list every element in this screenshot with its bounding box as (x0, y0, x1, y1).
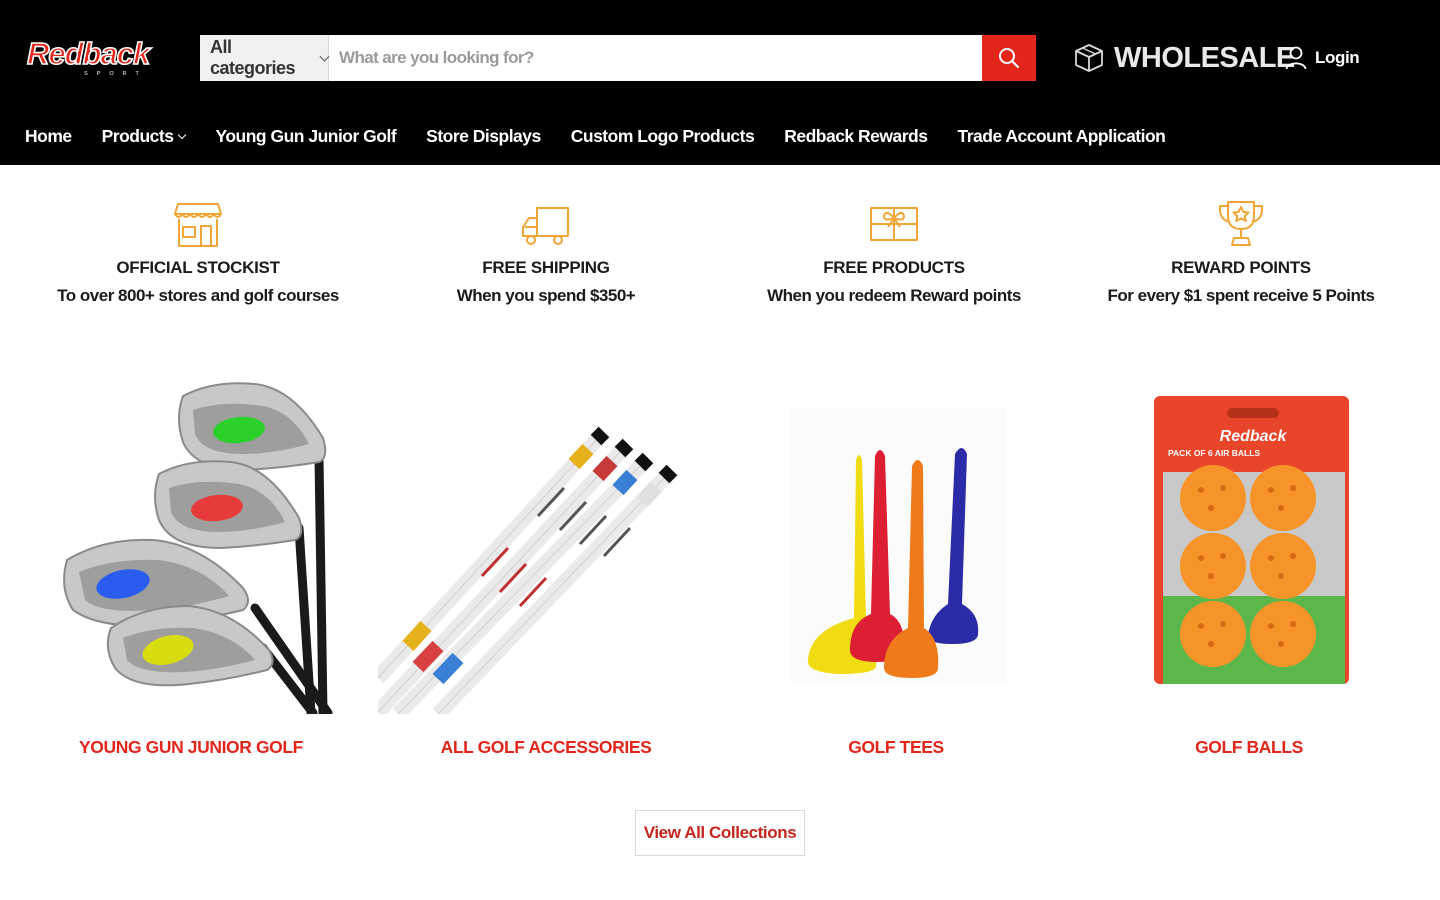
collection-image[interactable] (23, 378, 359, 718)
svg-text:PACK OF 6 AIR BALLS: PACK OF 6 AIR BALLS (1168, 448, 1260, 458)
nav-item-home[interactable]: Home (25, 126, 72, 147)
collection-name[interactable]: GOLF BALLS (1081, 737, 1417, 758)
site-header: Redback SPORT All categories WHOLESALE (0, 0, 1440, 165)
feature-subtitle: When you redeem Reward points (767, 286, 1021, 305)
feature-subtitle: For every $1 spent receive 5 Points (1107, 286, 1375, 305)
nav-item-trade-account-application[interactable]: Trade Account Application (957, 126, 1165, 147)
search-icon (999, 48, 1020, 69)
nav-item-custom-logo-products[interactable]: Custom Logo Products (571, 126, 755, 147)
nav-item-store-displays[interactable]: Store Displays (426, 126, 541, 147)
collection-golf-balls[interactable]: Redback PACK OF 6 AIR BALLS GOLF BALLS (1081, 378, 1417, 757)
collection-image[interactable] (372, 378, 714, 720)
login-label: Login (1315, 48, 1360, 67)
store-icon (174, 203, 222, 247)
truck-icon (522, 207, 569, 245)
feature-reward-points: REWARD POINTS For every $1 spent receive… (1061, 198, 1421, 306)
nav-item-young-gun-junior-golf[interactable]: Young Gun Junior Golf (215, 126, 396, 147)
collection-name[interactable]: ALL GOLF ACCESSORIES (378, 737, 714, 758)
collection-name[interactable]: GOLF TEES (728, 737, 1064, 758)
feature-free-shipping: FREE SHIPPING When you spend $350+ (366, 198, 726, 306)
nav-item-products[interactable]: Products (102, 126, 187, 147)
search-bar: All categories (200, 35, 1036, 81)
login-link[interactable]: Login (1285, 44, 1360, 72)
svg-text:Redback: Redback (27, 38, 152, 71)
feature-subtitle: To over 800+ stores and golf courses (57, 286, 339, 305)
collection-name[interactable]: YOUNG GUN JUNIOR GOLF (23, 737, 359, 758)
feature-title: FREE SHIPPING (482, 258, 610, 277)
main-nav: Home Products Young Gun Junior Golf Stor… (25, 121, 1195, 151)
gift-icon (870, 207, 918, 241)
category-select[interactable]: All categories (200, 35, 330, 81)
svg-text:Redback: Redback (1220, 428, 1288, 445)
category-select-label: All categories (210, 37, 296, 78)
feature-title: FREE PRODUCTS (823, 258, 965, 277)
view-all-collections-button[interactable]: View All Collections (635, 810, 805, 856)
feature-title: OFFICIAL STOCKIST (116, 258, 280, 277)
collection-image[interactable]: Redback PACK OF 6 AIR BALLS (1081, 378, 1417, 714)
user-icon (1285, 46, 1307, 70)
collection-young-gun-junior-golf[interactable]: YOUNG GUN JUNIOR GOLF (23, 378, 359, 757)
chevron-down-icon (178, 130, 187, 140)
collection-image[interactable] (728, 378, 1064, 714)
search-button[interactable] (982, 35, 1036, 81)
feature-title: REWARD POINTS (1171, 258, 1311, 277)
nav-item-redback-rewards[interactable]: Redback Rewards (784, 126, 928, 147)
wholesale-label: WHOLESALE (1114, 41, 1295, 74)
feature-official-stockist: OFFICIAL STOCKIST To over 800+ stores an… (18, 198, 378, 306)
search-input[interactable] (329, 35, 982, 81)
collection-golf-tees[interactable]: GOLF TEES (728, 378, 1064, 757)
wholesale-link[interactable]: WHOLESALE (1074, 38, 1295, 78)
box-icon (1075, 44, 1103, 72)
trophy-icon (1218, 201, 1264, 246)
redback-logo[interactable]: Redback SPORT (26, 35, 176, 78)
feature-free-products: FREE PRODUCTS When you redeem Reward poi… (714, 198, 1074, 306)
svg-text:SPORT: SPORT (84, 71, 148, 77)
feature-subtitle: When you spend $350+ (456, 286, 636, 305)
collection-all-golf-accessories[interactable]: ALL GOLF ACCESSORIES (372, 378, 714, 757)
